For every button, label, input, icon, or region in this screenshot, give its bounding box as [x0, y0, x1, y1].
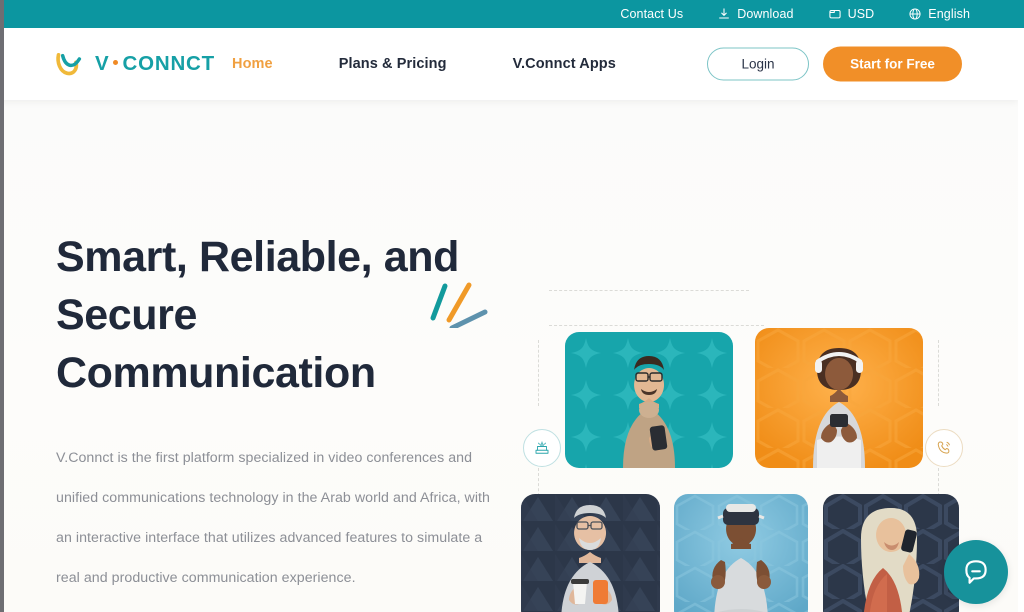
- topbar-label-download: Download: [737, 7, 794, 21]
- login-button[interactable]: Login: [707, 47, 809, 81]
- card-person-photo: [623, 356, 675, 468]
- topbar-item-download[interactable]: Download: [717, 7, 793, 21]
- nav-item-home[interactable]: Home: [232, 56, 273, 72]
- nav-item-plans-pricing[interactable]: Plans & Pricing: [339, 56, 447, 72]
- phone-ring-icon: [937, 441, 950, 454]
- gallery-card-woman-in-hijab-on-call[interactable]: [823, 494, 959, 612]
- gallery-card-woman-with-headphones-texting[interactable]: [755, 328, 923, 468]
- gallery-card-man-wearing-vr-headset[interactable]: [674, 494, 808, 612]
- topbar-item-language[interactable]: English: [908, 7, 970, 21]
- topbar-item-currency[interactable]: USD: [828, 7, 875, 21]
- main-nav: Home Plans & Pricing V.Connct Apps: [232, 56, 616, 72]
- page-root: Contact Us Download USD English V CONNCT…: [0, 0, 1024, 612]
- hero-gallery: [4, 100, 1018, 612]
- logo-wordmark: V CONNCT: [95, 52, 215, 76]
- connector-line: [549, 290, 749, 291]
- hero-section: Smart, Reliable, and Secure Communicatio…: [4, 100, 1018, 612]
- logo-dot-icon: [113, 60, 119, 65]
- speech-bubble-icon: [965, 560, 987, 584]
- logo[interactable]: V CONNCT: [54, 49, 215, 79]
- globe-icon: [908, 7, 922, 21]
- presentation-icon: [535, 441, 549, 454]
- topbar-label-language: English: [928, 7, 970, 21]
- header-actions: Login Start for Free: [707, 46, 962, 82]
- topbar-label-contact-us: Contact Us: [620, 7, 684, 21]
- call-badge[interactable]: [925, 429, 963, 467]
- card-person-photo: [813, 348, 865, 468]
- nav-item-vconnct-apps[interactable]: V.Connct Apps: [513, 56, 616, 72]
- meeting-badge[interactable]: [523, 429, 561, 467]
- connector-line: [538, 340, 539, 406]
- connector-line: [549, 325, 764, 326]
- window-edge-right: [1018, 28, 1024, 612]
- logo-text-secondary: CONNCT: [122, 52, 215, 75]
- card-person-photo: [861, 508, 920, 612]
- gallery-card-man-with-glasses-holding-phone[interactable]: [565, 332, 733, 468]
- chat-widget-button[interactable]: [944, 540, 1008, 604]
- connector-line: [938, 340, 939, 406]
- logo-text-primary: V: [95, 52, 110, 75]
- topbar-label-currency: USD: [847, 7, 875, 21]
- gallery-card-senior-man-coffee-and-phone[interactable]: [521, 494, 660, 612]
- window-edge-left: [0, 0, 4, 612]
- card-person-photo: [711, 504, 771, 612]
- wallet-icon: [828, 7, 842, 21]
- start-for-free-button[interactable]: Start for Free: [823, 46, 962, 82]
- topbar-item-contact-us[interactable]: Contact Us: [620, 7, 683, 21]
- card-person-photo: [561, 505, 619, 612]
- site-header: V CONNCT Home Plans & Pricing V.Connct A…: [0, 28, 1018, 100]
- vconnct-logo-icon: [56, 53, 82, 76]
- download-icon: [717, 7, 731, 21]
- utility-topbar: Contact Us Download USD English: [0, 0, 1024, 28]
